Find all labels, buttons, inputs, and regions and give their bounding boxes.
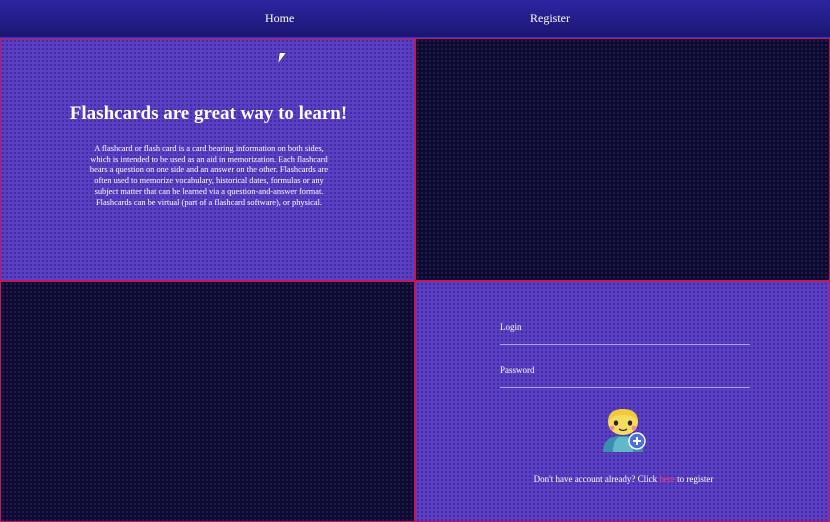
password-input[interactable] [500, 370, 750, 388]
register-prompt: Don't have account already? Click here t… [416, 474, 830, 484]
register-here-link[interactable]: here [659, 474, 675, 484]
hero-panel: Flashcards are great way to learn! A fla… [0, 38, 415, 281]
login-panel: Login Password Don't have account alread… [415, 281, 830, 522]
register-prefix-text: Don't have account already? Click [533, 474, 660, 484]
add-user-icon[interactable] [599, 408, 649, 454]
decorative-panel-top-right [415, 38, 830, 281]
top-navbar: Home Register [0, 0, 830, 38]
add-user-icon-graphic [603, 409, 646, 452]
hero-title: Flashcards are great way to learn! [69, 103, 348, 124]
decorative-panel-bottom-left [0, 281, 415, 522]
register-suffix-text: to register [674, 474, 714, 484]
login-input[interactable] [500, 327, 750, 345]
nav-home-link[interactable]: Home [265, 11, 294, 26]
hero-description: A flashcard or flash card is a card bear… [89, 144, 329, 207]
nav-register-link[interactable]: Register [530, 11, 570, 26]
